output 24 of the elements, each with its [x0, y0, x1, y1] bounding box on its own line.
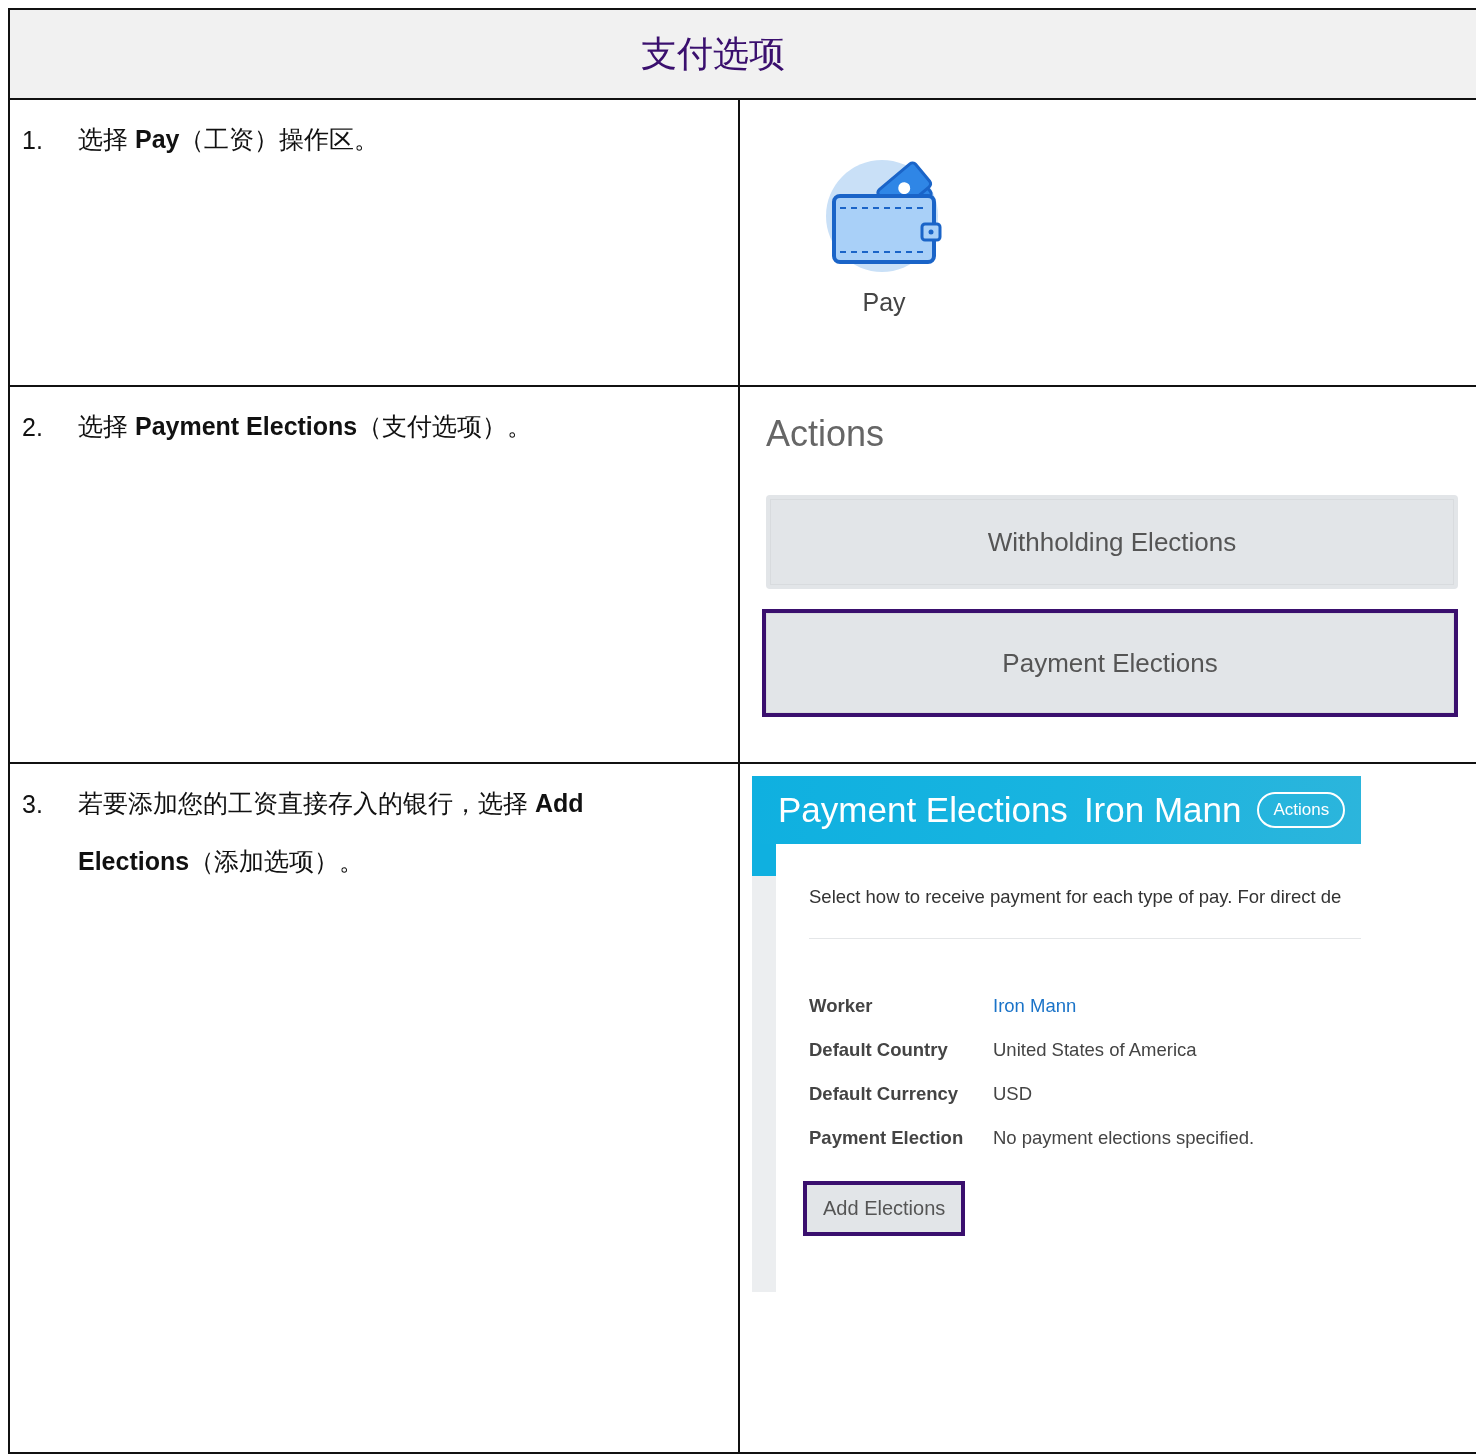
step-instruction: 若要添加您的工资直接存入的银行，选择 Add Elections（添加选项）。: [78, 788, 585, 877]
wallet-icon[interactable]: [826, 158, 942, 274]
field-label: Worker: [809, 995, 874, 1017]
pay-label: Pay: [862, 288, 906, 317]
action-button[interactable]: Payment Elections: [762, 609, 1458, 717]
field-label: Default Country: [809, 1039, 949, 1061]
field-label: Payment Election: [809, 1127, 965, 1149]
step-number: 1.: [22, 126, 44, 156]
step-instruction: 选择 Pay（工资）操作区。: [78, 124, 381, 155]
page-title: Payment Elections: [778, 790, 1068, 830]
field-value: No payment elections specified.: [993, 1127, 1256, 1149]
field-value: United States of America: [993, 1039, 1198, 1061]
field-label: Default Currency: [809, 1083, 960, 1105]
worker-link[interactable]: Iron Mann: [993, 995, 1361, 1017]
action-button[interactable]: Withholding Elections: [766, 495, 1458, 589]
worker-name: Iron Mann: [1083, 790, 1242, 830]
step-number: 2.: [22, 413, 44, 443]
instruction-text: Select how to receive payment for each type of pay. For direct de: [809, 886, 1361, 939]
field-value: USD: [993, 1083, 1034, 1105]
document-title: 支付选项: [641, 31, 785, 76]
step-number: 3.: [22, 790, 44, 820]
step-instruction: 选择 Payment Elections（支付选项）。: [78, 411, 534, 442]
actions-heading: Actions: [766, 413, 886, 455]
add-elections-button[interactable]: Add Elections: [803, 1181, 966, 1236]
